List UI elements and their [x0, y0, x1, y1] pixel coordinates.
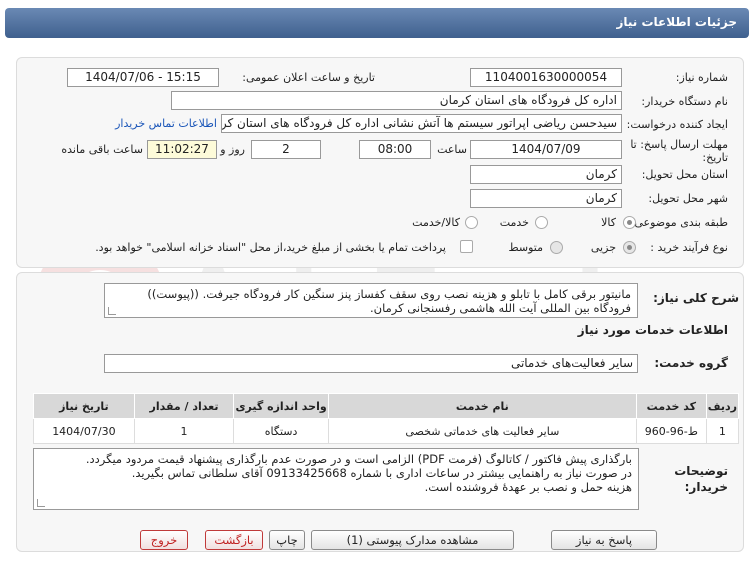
back-button[interactable]: بازگشت	[205, 530, 263, 550]
services-section-title: اطلاعات خدمات مورد نیاز	[577, 323, 728, 337]
remaining-label: ساعت باقی مانده	[61, 143, 143, 156]
city-field[interactable]: کرمان	[470, 189, 622, 208]
service-group-label: گروه خدمت:	[654, 356, 728, 370]
cell-service-code: ط-96-960	[635, 418, 707, 444]
deadline-time-label: ساعت	[437, 143, 467, 156]
process-radio-medium[interactable]	[550, 241, 563, 254]
services-table-header: ردیف کد خدمت نام خدمت واحد اندازه گیری ت…	[33, 393, 740, 419]
col-unit: واحد اندازه گیری	[233, 393, 329, 419]
buyer-notes-line-1: بارگذاری پیش فاکتور / کاتالوگ (فرمت PDF)…	[85, 452, 632, 466]
process-label: نوع فرآیند خرید :	[650, 241, 728, 254]
description-textarea[interactable]: مانیتور برقی کامل با تابلو و هزینه نصب ر…	[104, 283, 638, 318]
creator-label: ایجاد کننده درخواست:	[626, 118, 728, 131]
need-number-field[interactable]: 1104001630000054	[470, 68, 622, 87]
buyer-org-field[interactable]: اداره کل فرودگاه های استان کرمان	[171, 91, 622, 110]
col-service-code: کد خدمت	[635, 393, 707, 419]
category-option-goods: کالا	[601, 216, 616, 229]
description-label: شرح کلی نیاز:	[653, 291, 739, 305]
process-option-medium: متوسط	[508, 241, 543, 254]
city-label: شهر محل تحویل:	[648, 192, 728, 205]
creator-field[interactable]: سیدحسن ریاضی اپراتور سیستم ها آتش نشانی …	[221, 114, 622, 133]
print-button[interactable]: چاپ	[269, 530, 305, 550]
treasury-payment-checkbox[interactable]	[460, 240, 473, 253]
buyer-notes-textarea[interactable]: بارگذاری پیش فاکتور / کاتالوگ (فرمت PDF)…	[33, 448, 639, 510]
table-row[interactable]: 1 ط-96-960 سایر فعالیت های خدماتی شخصی د…	[33, 418, 740, 444]
page-header: جزئیات اطلاعات نیاز	[5, 8, 749, 38]
process-option-minor: جزیی	[590, 241, 616, 254]
exit-button[interactable]: خروج	[140, 530, 188, 550]
category-option-goods-service: کالا/خدمت	[412, 216, 460, 229]
page-title: جزئیات اطلاعات نیاز	[616, 15, 737, 29]
col-service-name: نام خدمت	[327, 393, 637, 419]
cell-quantity: 1	[133, 418, 235, 444]
category-radio-service[interactable]	[535, 216, 548, 229]
cell-service-name: سایر فعالیت های خدماتی شخصی	[327, 418, 637, 444]
category-option-service: خدمت	[499, 216, 529, 229]
category-radio-goods[interactable]	[623, 216, 636, 229]
reply-button[interactable]: پاسخ به نیاز	[551, 530, 657, 550]
announce-date-label: تاریخ و ساعت اعلان عمومی:	[242, 71, 375, 84]
buyer-org-label: نام دستگاه خریدار:	[641, 95, 728, 108]
description-line-1: مانیتور برقی کامل با تابلو و هزینه نصب ر…	[147, 287, 631, 301]
province-label: استان محل تحویل:	[641, 168, 728, 181]
announce-date-field[interactable]: 1404/07/06 - 15:15	[67, 68, 219, 87]
remaining-days-field[interactable]: 2	[251, 140, 321, 159]
buyer-notes-label: توضیحات خریدار:	[674, 464, 728, 494]
col-need-date: تاریخ نیاز	[33, 393, 135, 419]
category-label: طبقه بندی موضوعی:	[630, 216, 728, 229]
service-group-field[interactable]: سایر فعالیت‌های خدماتی	[104, 354, 638, 373]
days-label: روز و	[220, 143, 245, 156]
cell-row-number: 1	[705, 418, 740, 444]
buyer-notes-line-2: در صورت نیاز به راهنمایی بیشتر در ساعات …	[131, 466, 632, 480]
deadline-label: مهلت ارسال پاسخ: تا تاریخ:	[630, 138, 728, 164]
cell-unit: دستگاه	[233, 418, 329, 444]
description-line-2: فرودگاه بین المللی آیت الله هاشمی رفسنجا…	[370, 301, 631, 315]
col-quantity: تعداد / مقدار	[133, 393, 235, 419]
col-row-number: ردیف	[705, 393, 740, 419]
resize-handle-icon[interactable]	[108, 307, 116, 315]
services-table: ردیف کد خدمت نام خدمت واحد اندازه گیری ت…	[33, 393, 740, 444]
process-radio-minor[interactable]	[623, 241, 636, 254]
category-radio-goods-service[interactable]	[465, 216, 478, 229]
province-field[interactable]: کرمان	[470, 165, 622, 184]
contact-info-link[interactable]: اطلاعات تماس خریدار	[115, 117, 217, 130]
need-number-label: شماره نیاز:	[675, 71, 728, 84]
view-attachments-button[interactable]: مشاهده مدارک پیوستی (1)	[311, 530, 514, 550]
cell-need-date: 1404/07/30	[33, 418, 135, 444]
treasury-payment-note: پرداخت تمام یا بخشی از مبلغ خرید،از محل …	[95, 241, 446, 254]
deadline-date-field[interactable]: 1404/07/09	[470, 140, 622, 159]
resize-handle-icon[interactable]	[37, 499, 45, 507]
deadline-time-field[interactable]: 08:00	[359, 140, 431, 159]
remaining-time-field: 11:02:27	[147, 140, 217, 159]
buyer-notes-line-3: هزینه حمل و نصب بر عهدهٔ فروشنده است.	[424, 480, 632, 494]
